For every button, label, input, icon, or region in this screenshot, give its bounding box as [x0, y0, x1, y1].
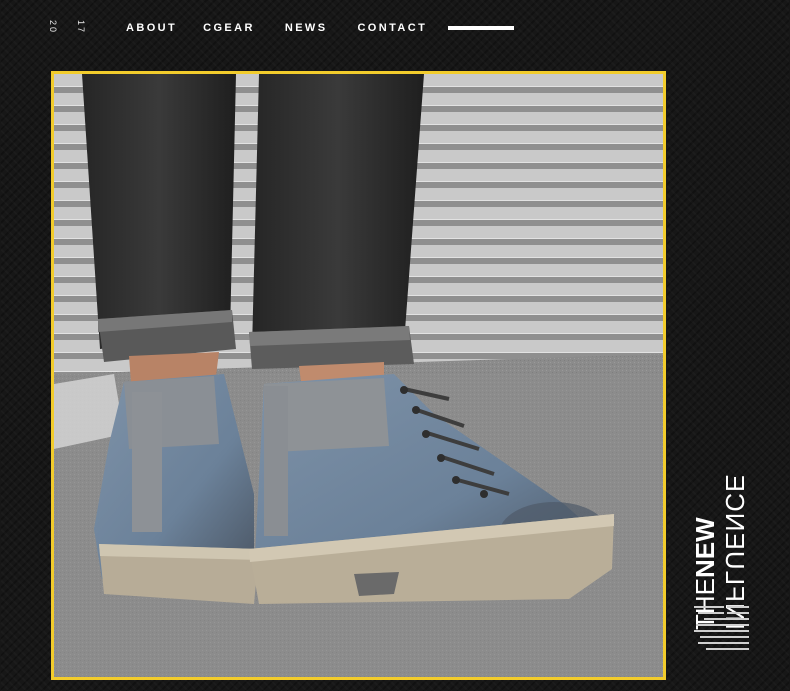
main-nav: ABOUT CGEAR NEWS CONTACT — [126, 22, 427, 34]
fine-print-graphic — [694, 604, 750, 655]
nav-active-bar — [448, 26, 514, 30]
side-title-influence: INFLUENCE — [720, 473, 750, 630]
nav-contact[interactable]: CONTACT — [357, 22, 427, 34]
year-bottom: 17 — [76, 20, 86, 35]
nav-cgear[interactable]: CGEAR — [203, 22, 255, 34]
nav-news[interactable]: NEWS — [285, 22, 328, 34]
year-top: 20 — [48, 20, 58, 35]
side-title-new: NEW — [690, 517, 720, 578]
nav-about[interactable]: ABOUT — [126, 22, 177, 34]
fine-print-lines — [694, 606, 749, 650]
side-title-block: THENEW INFLUENCE — [690, 430, 760, 630]
boots-photo — [54, 74, 663, 677]
product-photo-frame — [51, 71, 666, 680]
year-vertical: 20 17 — [48, 20, 88, 40]
side-title: THENEW INFLUENCE — [690, 430, 750, 630]
